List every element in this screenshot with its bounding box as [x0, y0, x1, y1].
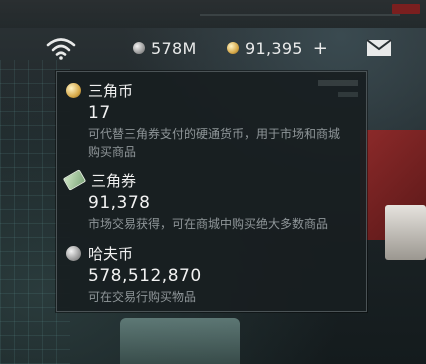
gold-coin-icon [66, 82, 81, 98]
mail-icon[interactable] [366, 39, 392, 57]
background-part [120, 318, 240, 364]
currency-amount: 578,512,870 [88, 266, 202, 286]
top-bar-background [0, 0, 426, 28]
currency-entry-triangle-ticket: 三角券 91,378 市场交易获得，可在商城中购买绝大多数商品 [57, 169, 366, 233]
silver-coin-icon [66, 245, 81, 261]
currency-gold-display[interactable]: 91,395 + [227, 38, 328, 59]
currency-name: 三角券 [91, 171, 137, 190]
currency-amount: 17 [88, 103, 111, 123]
currency-entry-triangle-coin: 三角币 17 可代替三角券支付的硬通货币，用于市场和商城购买商品 [57, 80, 366, 161]
currency-header: 578M 91,395 + [0, 30, 426, 64]
currency-entry-havoc-coin: 哈夫币 578,512,870 可在交易行购买物品 [57, 243, 366, 306]
currency-name: 哈夫币 [88, 244, 134, 263]
currency-description: 市场交易获得，可在商城中购买绝大多数商品 [88, 217, 329, 231]
silver-coin-icon [133, 42, 145, 54]
add-currency-button[interactable]: + [313, 38, 328, 59]
top-red-tag [392, 4, 420, 14]
currency-description: 可代替三角券支付的硬通货币，用于市场和商城购买商品 [88, 127, 341, 159]
gold-coin-icon [227, 42, 239, 54]
top-bar-line [200, 14, 400, 16]
currency-silver-display[interactable]: 578M [133, 38, 197, 58]
background-weapon [385, 205, 426, 260]
currency-gold-value: 91,395 [245, 38, 303, 58]
currency-description: 可在交易行购买物品 [88, 290, 197, 304]
wifi-icon [46, 38, 76, 60]
currency-tooltip: 三角币 17 可代替三角券支付的硬通货币，用于市场和商城购买商品 三角券 91,… [56, 71, 367, 312]
currency-amount: 91,378 [88, 193, 151, 213]
ticket-icon [62, 169, 87, 191]
currency-silver-value: 578M [151, 38, 197, 58]
currency-name: 三角币 [88, 81, 134, 100]
